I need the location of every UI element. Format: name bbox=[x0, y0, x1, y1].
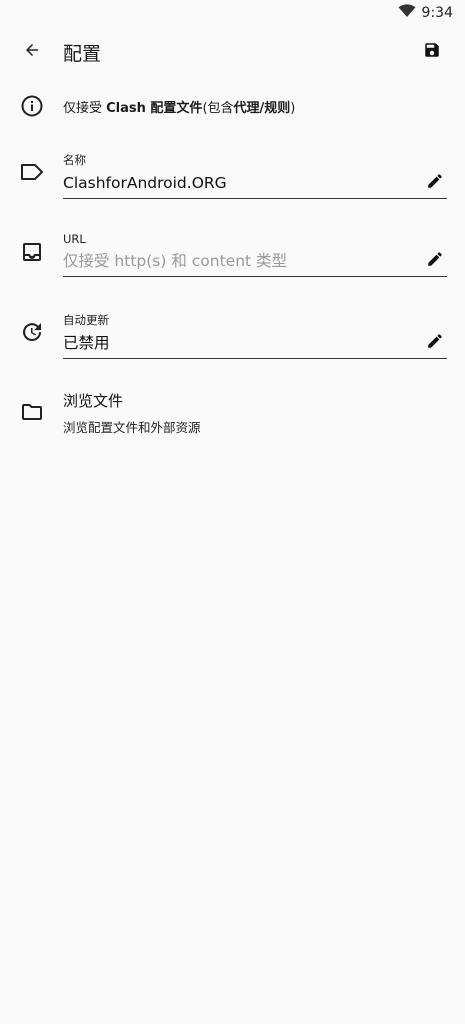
edit-icon bbox=[426, 250, 444, 272]
info-prefix: 仅接受 bbox=[63, 101, 107, 116]
url-edit-button[interactable] bbox=[425, 251, 445, 271]
auto-update-field-label: 自动更新 bbox=[63, 313, 109, 327]
status-time: 9:34 bbox=[421, 5, 453, 21]
status-icons: 9:34 bbox=[398, 4, 453, 22]
inbox-icon bbox=[18, 238, 46, 266]
info-icon bbox=[18, 92, 46, 120]
info-row: 仅接受 Clash 配置文件(包含代理/规则) bbox=[0, 92, 465, 120]
app-bar: 配置 bbox=[0, 26, 465, 76]
name-field[interactable]: 名称 ClashforAndroid.ORG bbox=[63, 152, 447, 199]
auto-update-field-row[interactable]: 自动更新 已禁用 bbox=[0, 310, 465, 360]
save-button[interactable] bbox=[417, 38, 447, 66]
browse-files-text: 浏览文件 浏览配置文件和外部资源 bbox=[63, 390, 447, 436]
arrow-back-icon bbox=[23, 41, 41, 63]
url-field-row[interactable]: URL 仅接受 http(s) 和 content 类型 bbox=[0, 230, 465, 280]
edit-icon bbox=[426, 172, 444, 194]
info-suffix: ) bbox=[290, 101, 296, 116]
page-title: 配置 bbox=[63, 43, 102, 65]
auto-update-edit-button[interactable] bbox=[425, 333, 445, 353]
auto-update-field[interactable]: 自动更新 已禁用 bbox=[63, 312, 447, 359]
url-field-label: URL bbox=[63, 232, 86, 246]
url-field[interactable]: URL 仅接受 http(s) 和 content 类型 bbox=[63, 232, 447, 277]
edit-icon bbox=[426, 332, 444, 354]
browse-files-subtitle: 浏览配置文件和外部资源 bbox=[63, 420, 201, 435]
update-icon bbox=[18, 318, 46, 346]
url-field-placeholder[interactable]: 仅接受 http(s) 和 content 类型 bbox=[63, 251, 447, 277]
wifi-icon bbox=[398, 4, 416, 22]
save-icon bbox=[423, 41, 441, 63]
label-icon bbox=[18, 158, 46, 186]
info-mid: (包含 bbox=[202, 101, 234, 116]
name-field-value[interactable]: ClashforAndroid.ORG bbox=[63, 173, 447, 199]
status-bar: 9:34 bbox=[0, 0, 465, 26]
info-text: 仅接受 Clash 配置文件(包含代理/规则) bbox=[63, 97, 295, 116]
browse-files-title: 浏览文件 bbox=[63, 392, 124, 410]
info-bold-clash: Clash 配置文件 bbox=[106, 101, 203, 116]
name-field-label: 名称 bbox=[63, 153, 86, 167]
back-button[interactable] bbox=[16, 38, 48, 66]
browse-files-row[interactable]: 浏览文件 浏览配置文件和外部资源 bbox=[0, 390, 465, 440]
auto-update-field-value[interactable]: 已禁用 bbox=[63, 333, 447, 359]
name-edit-button[interactable] bbox=[425, 173, 445, 193]
folder-icon bbox=[18, 398, 46, 426]
info-bold-proxy-rules: 代理/规则 bbox=[233, 101, 291, 116]
name-field-row[interactable]: 名称 ClashforAndroid.ORG bbox=[0, 150, 465, 200]
